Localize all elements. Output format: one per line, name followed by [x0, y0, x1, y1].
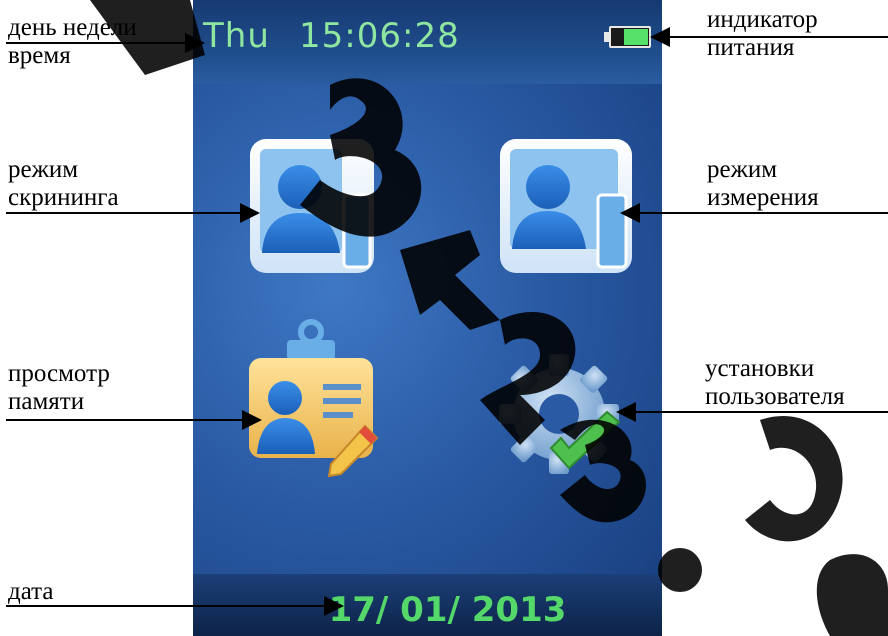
measurement-mode-icon	[500, 139, 632, 273]
annotation-memory-line2: памяти	[8, 388, 85, 415]
annotation-day-time: день недели время	[8, 14, 137, 70]
annotation-memory-line1: просмотр	[8, 360, 110, 387]
annotation-date: дата	[8, 578, 54, 606]
date-display: 17/ 01/ 2013	[328, 590, 567, 630]
measurement-mode-button[interactable]	[498, 135, 638, 275]
annotation-measurement-line1: режим	[707, 156, 778, 183]
annotation-day-time-line2: время	[8, 42, 71, 69]
screening-mode-icon	[250, 139, 374, 273]
battery-icon	[604, 26, 651, 48]
annotation-screening-line1: режим	[8, 156, 79, 183]
memory-view-icon	[249, 319, 379, 478]
annotation-settings-line2: пользователя	[705, 383, 845, 410]
annotation-screening-line2: скрининга	[8, 184, 119, 211]
annotation-date-line1: дата	[8, 578, 54, 605]
annotation-screening: режим скрининга	[8, 156, 119, 212]
clock-time: 15:06:28	[299, 16, 460, 56]
user-settings-button[interactable]	[493, 348, 635, 490]
annotation-measurement-line2: измерения	[707, 184, 819, 211]
annotation-power-line2: питания	[707, 34, 795, 61]
weekday-label: Thu	[203, 16, 270, 56]
annotation-power: индикатор питания	[707, 6, 818, 62]
annotation-memory: просмотр памяти	[8, 360, 110, 416]
annotation-day-time-line1: день недели	[8, 14, 137, 41]
user-settings-icon	[499, 354, 621, 474]
annotation-power-line1: индикатор	[707, 6, 818, 33]
screening-mode-button[interactable]	[248, 135, 378, 275]
annotation-measurement: режим измерения	[707, 156, 819, 212]
memory-view-button[interactable]	[245, 318, 385, 480]
annotation-settings: установки пользователя	[705, 355, 845, 411]
annotation-settings-line1: установки	[705, 355, 815, 382]
status-bar: Thu 15:06:28	[193, 0, 662, 84]
date-bar: 17/ 01/ 2013	[193, 574, 662, 636]
battery-level-fill	[624, 29, 648, 45]
device-screen: Thu 15:06:28 17/ 01/ 2013	[193, 0, 662, 636]
